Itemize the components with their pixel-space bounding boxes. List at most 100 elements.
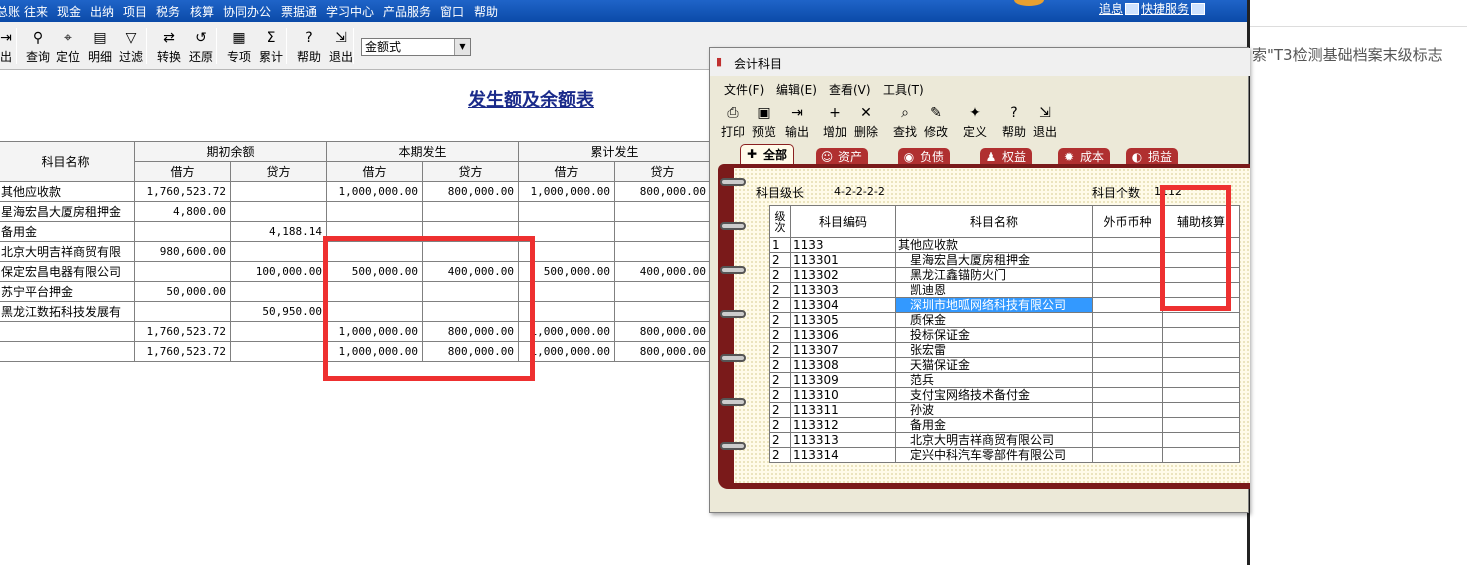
amount-cell — [230, 321, 327, 342]
menu-item[interactable]: 学习中心 — [326, 3, 374, 20]
currency-cell — [1092, 447, 1163, 463]
toolbar-separator — [286, 28, 287, 64]
dialog-tool-button[interactable]: ? 帮助 — [999, 102, 1029, 142]
dialog-menu-item[interactable]: 查看(V) — [829, 81, 871, 98]
amount-cell: 50,950.00 — [230, 301, 327, 322]
toolbar-separator — [16, 28, 17, 64]
chevron-down-icon[interactable]: ▼ — [454, 39, 470, 55]
dialog-menu-item[interactable]: 工具(T) — [883, 81, 924, 98]
table-row[interactable]: 2 113309 范兵 — [769, 372, 1240, 388]
code-cell: 113304 — [790, 297, 896, 313]
account-name-cell: 其他应收款 — [0, 181, 135, 202]
table-row[interactable]: 2 113314 定兴中科汽车零部件有限公司 — [769, 447, 1240, 463]
menu-item[interactable]: 总账 — [0, 3, 20, 20]
code-cell: 113305 — [790, 312, 896, 328]
table-row[interactable]: 其他应收款 1,760,523.72 1,000,000.00 800,000.00 1… — [0, 181, 711, 202]
menu-item[interactable]: 协同办公 — [223, 3, 271, 20]
toolbar-button[interactable]: ⇥ 出 — [0, 24, 16, 68]
dialog-tool-button[interactable]: ✕ 删除 — [851, 102, 881, 142]
toolbar-button[interactable]: ▦ 专项 — [223, 24, 255, 68]
dialog-tool-button[interactable]: ✦ 定义 — [960, 102, 990, 142]
news-link[interactable]: 追息 — [1099, 2, 1123, 16]
level-cell: 2 — [769, 357, 791, 373]
menu-item[interactable]: 项目 — [123, 3, 147, 20]
amount-cell: 980,600.00 — [134, 241, 231, 262]
toolbar-separator — [216, 28, 217, 64]
menu-item[interactable]: 票据通 — [281, 3, 317, 20]
toolbar-button-label: 出 — [0, 50, 12, 64]
name-cell: 黑龙江鑫锚防火门 — [895, 267, 1093, 283]
account-name-cell — [0, 321, 135, 342]
account-name-cell: 北京大明吉祥商贸有限 — [0, 241, 135, 262]
amount-cell — [134, 221, 231, 242]
table-row[interactable]: 2 113310 支付宝网络技术备付金 — [769, 387, 1240, 403]
currency-cell — [1092, 327, 1163, 343]
quick-service-link[interactable]: 快捷服务 — [1141, 2, 1189, 16]
dialog-menu-item[interactable]: 编辑(E) — [776, 81, 817, 98]
toolbar-button[interactable]: ▽ 过滤 — [114, 24, 148, 68]
table-row[interactable]: 2 113311 孙波 — [769, 402, 1240, 418]
level-value: 4-2-2-2-2 — [834, 185, 885, 198]
table-row[interactable]: 2 113305 质保金 — [769, 312, 1240, 328]
name-cell: 深圳市地呱网络科技有限公司 — [895, 297, 1093, 313]
dialog-tool-button[interactable]: ✎ 修改 — [921, 102, 951, 142]
col-code: 科目编码 — [790, 205, 896, 238]
currency-cell — [1092, 357, 1163, 373]
level-cell: 2 — [769, 252, 791, 268]
dialog-toolbar: ⎙ 打印 ▣ 预览 ⇥ 输出 + 增加 ✕ 删除 ⌕ 查找 ✎ 修改 ✦ 定义 ? 帮助 ⇲ 退出 — [710, 100, 1250, 144]
dialog-titlebar[interactable]: ▮ 会计科目 — [710, 48, 1250, 76]
dialog-menu-item[interactable]: 文件(F) — [724, 81, 764, 98]
chat-icon — [1125, 3, 1140, 15]
code-cell: 113314 — [790, 447, 896, 463]
window-icon — [1191, 3, 1206, 15]
category-tabs: ✚ 全部 ☺ 资产 ◉ 负债 ♟ 权益 ✹ 成本 ◐ 损益 — [740, 144, 1250, 166]
table-row[interactable]: 2 113306 投标保证金 — [769, 327, 1240, 343]
table-row[interactable]: 2 113312 备用金 — [769, 417, 1240, 433]
toolbar-button[interactable]: ▤ 明细 — [84, 24, 116, 68]
menu-item[interactable]: 现金 — [57, 3, 81, 20]
table-row[interactable]: 2 113308 天猫保证金 — [769, 357, 1240, 373]
format-select[interactable]: 金额式 ▼ — [361, 38, 471, 56]
toolbar-button-label: 退出 — [328, 50, 353, 64]
menu-item[interactable]: 往来 — [24, 3, 48, 20]
dialog-tool-button[interactable]: + 增加 — [820, 102, 850, 142]
col-currency: 外币币种 — [1092, 205, 1163, 238]
dialog-tool-button[interactable]: ⎙ 打印 — [718, 102, 748, 142]
menu-item[interactable]: 核算 — [190, 3, 214, 20]
toolbar-button-label: 明细 — [87, 50, 112, 64]
toolbar-button[interactable]: ↺ 还原 — [185, 24, 217, 68]
menu-item[interactable]: 产品服务 — [383, 3, 431, 20]
menu-item[interactable]: 窗口 — [440, 3, 464, 20]
aux-cell — [1162, 312, 1240, 328]
toolbar-button[interactable]: ⇄ 转换 — [153, 24, 185, 68]
toolbar-button[interactable]: ? 帮助 — [293, 24, 325, 68]
menu-item[interactable]: 税务 — [156, 3, 180, 20]
name-cell: 凯迪恩 — [895, 282, 1093, 298]
locate-icon: ⌖ — [64, 30, 72, 46]
toolbar-button-label: 还原 — [188, 50, 213, 64]
amount-cell — [230, 281, 327, 302]
amount-cell: 1,760,523.72 — [134, 341, 231, 362]
dialog-tool-button[interactable]: ⇥ 输出 — [782, 102, 812, 142]
toolbar-button[interactable]: ⌖ 定位 — [52, 24, 84, 68]
category-tab-label: 负债 — [920, 150, 945, 164]
toolbar-button[interactable]: Σ 累计 — [255, 24, 287, 68]
dialog-tool-button[interactable]: ⌕ 查找 — [890, 102, 920, 142]
dialog-tool-button[interactable]: ⇲ 退出 — [1030, 102, 1060, 142]
define-icon: ✦ — [969, 105, 981, 121]
convert-icon: ⇄ — [163, 30, 175, 46]
name-cell: 投标保证金 — [895, 327, 1093, 343]
col-period-credit: 贷方 — [422, 161, 519, 182]
table-row[interactable]: 2 113307 张宏雷 — [769, 342, 1240, 358]
dialog-tool-button[interactable]: ▣ 预览 — [749, 102, 779, 142]
table-row[interactable]: 2 113313 北京大明吉祥商贸有限公司 — [769, 432, 1240, 448]
name-cell: 北京大明吉祥商贸有限公司 — [895, 432, 1093, 448]
menu-item[interactable]: 出纳 — [90, 3, 114, 20]
category-tab-label: 全部 — [763, 148, 788, 162]
toolbar-button-label: 帮助 — [296, 50, 321, 64]
category-tab[interactable]: ✚ 全部 — [740, 144, 795, 166]
menu-item[interactable]: 帮助 — [474, 3, 498, 20]
amount-cell: 50,000.00 — [134, 281, 231, 302]
toolbar-button[interactable]: ⚲ 查询 — [22, 24, 54, 68]
table-row[interactable]: 星海宏昌大厦房租押金 4,800.00 — [0, 201, 711, 222]
